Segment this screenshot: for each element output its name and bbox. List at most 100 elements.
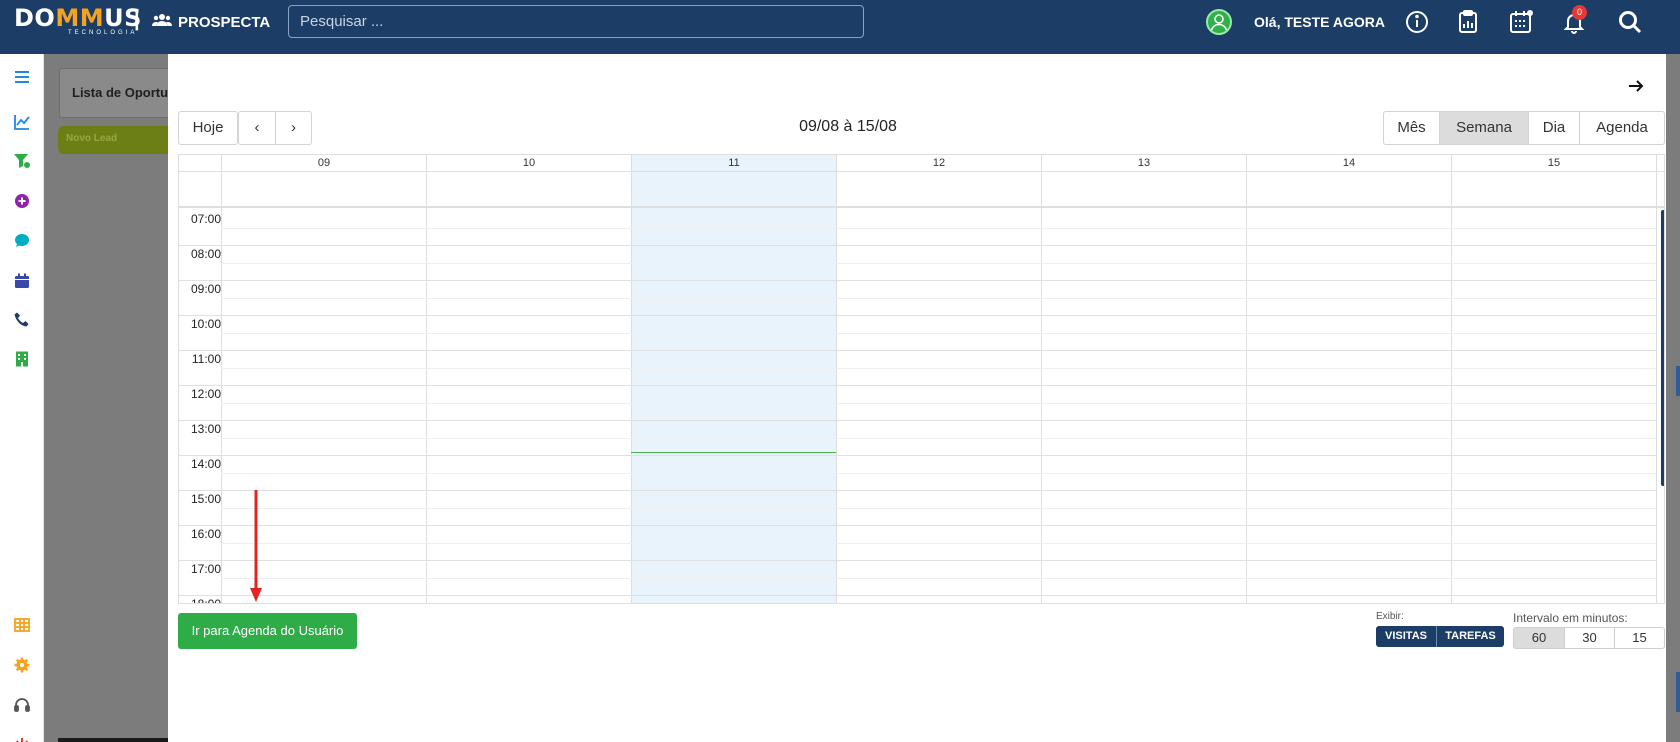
- hour-label: 16:00: [190, 527, 221, 541]
- gutter-slot-line: [179, 280, 221, 281]
- new-lead-label: Novo Lead: [66, 133, 118, 144]
- day-column-divider: [1246, 155, 1247, 603]
- app-root: Lista de Oportu Novo Lead DO MM US TECNOLO…: [0, 0, 1680, 742]
- menu-icon[interactable]: [13, 68, 31, 86]
- previous-week-button[interactable]: ‹: [238, 111, 276, 145]
- chart-line-icon[interactable]: [13, 113, 31, 131]
- search-input[interactable]: [288, 5, 864, 38]
- today-column-highlight: [631, 155, 836, 603]
- user-greeting[interactable]: Olá, TESTE AGORA: [1254, 14, 1385, 30]
- gutter-slot-line: [179, 350, 221, 351]
- hour-slot-line: [221, 595, 1656, 596]
- half-hour-slot-line: [221, 227, 1656, 229]
- red-arrow-annotation: [250, 490, 262, 602]
- funnel-icon[interactable]: [13, 152, 31, 170]
- gear-icon[interactable]: [13, 656, 31, 674]
- hour-slot-line: [221, 245, 1656, 246]
- headset-icon[interactable]: [13, 696, 31, 714]
- day-header[interactable]: 09: [221, 155, 426, 171]
- day-header[interactable]: 13: [1041, 155, 1246, 171]
- day-header[interactable]: 15: [1451, 155, 1656, 171]
- hour-slot-line: [221, 385, 1656, 386]
- hour-label: 10:00: [190, 317, 221, 331]
- arrow-right-icon[interactable]: [1626, 76, 1646, 96]
- half-hour-slot-line: [221, 297, 1656, 299]
- day-column-divider: [1041, 155, 1042, 603]
- module-label: PROSPECTA: [178, 13, 271, 31]
- hour-slot-line: [221, 420, 1656, 421]
- day-column-divider: [1451, 155, 1452, 603]
- calendar-icon[interactable]: [13, 272, 31, 290]
- gutter-slot-line: [179, 525, 221, 526]
- hour-label: 13:00: [190, 422, 221, 436]
- day-header[interactable]: 12: [836, 155, 1041, 171]
- view-agenda-button[interactable]: Agenda: [1579, 111, 1665, 145]
- day-header[interactable]: 11: [631, 155, 836, 171]
- logo-subtext: TECNOLOGIA: [68, 30, 138, 36]
- day-column-divider: [1656, 155, 1657, 603]
- interval-label: Intervalo em minutos:: [1513, 611, 1628, 625]
- interval-15-button[interactable]: 15: [1614, 627, 1665, 649]
- view-day-button[interactable]: Dia: [1528, 111, 1580, 145]
- interval-60-button[interactable]: 60: [1513, 627, 1565, 649]
- hour-label: 08:00: [190, 247, 221, 261]
- day-header[interactable]: 14: [1246, 155, 1451, 171]
- clipboard-report-icon[interactable]: [1455, 9, 1481, 35]
- interval-30-button[interactable]: 30: [1564, 627, 1615, 649]
- half-hour-slot-line: [221, 472, 1656, 474]
- power-icon[interactable]: [13, 736, 31, 742]
- hour-slot-line: [221, 315, 1656, 316]
- hour-label: 14:00: [190, 457, 221, 471]
- hour-slot-line: [221, 560, 1656, 561]
- view-week-button[interactable]: Semana: [1439, 111, 1529, 145]
- gutter-slot-line: [179, 560, 221, 561]
- hour-label: 18:00: [190, 597, 221, 604]
- notification-badge: 0: [1572, 5, 1587, 20]
- add-circle-icon[interactable]: [13, 192, 31, 210]
- background-edge-strip: [1676, 672, 1680, 712]
- next-week-button[interactable]: ›: [275, 111, 312, 145]
- calendar-icon[interactable]: [1508, 9, 1534, 35]
- gutter-slot-line: [179, 420, 221, 421]
- date-range-title: 09/08 à 15/08: [799, 118, 897, 135]
- half-hour-slot-line: [221, 262, 1656, 264]
- day-column-divider: [631, 155, 632, 603]
- chat-icon[interactable]: [13, 232, 31, 250]
- day-header[interactable]: 10: [426, 155, 631, 171]
- gutter-slot-line: [179, 315, 221, 316]
- phone-icon[interactable]: [13, 311, 31, 329]
- hour-label: 07:00: [190, 212, 221, 226]
- user-avatar-icon[interactable]: [1206, 9, 1232, 35]
- left-sidebar: [0, 54, 44, 742]
- users-icon: [152, 12, 172, 32]
- half-hour-slot-line: [221, 507, 1656, 509]
- all-day-row[interactable]: [179, 171, 1664, 208]
- dommus-logo[interactable]: DO MM US TECNOLOGIA: [14, 4, 142, 38]
- hour-label: 12:00: [190, 387, 221, 401]
- gutter-slot-line: [179, 490, 221, 491]
- logo-wordmark: DO MM US: [14, 4, 142, 32]
- gutter-slot-line: [179, 385, 221, 386]
- today-button[interactable]: Hoje: [178, 111, 238, 145]
- building-icon[interactable]: [13, 350, 31, 368]
- module-selector[interactable]: PROSPECTA: [152, 12, 270, 32]
- grid-table-icon[interactable]: [13, 616, 31, 634]
- logo-separator: |: [134, 9, 140, 31]
- hour-slot-line: [221, 280, 1656, 281]
- info-icon[interactable]: [1404, 9, 1430, 35]
- search-icon[interactable]: [1617, 9, 1643, 35]
- hour-slot-line: [221, 350, 1656, 351]
- half-hour-slot-line: [221, 542, 1656, 544]
- hour-slot-line: [221, 490, 1656, 491]
- hour-label: 17:00: [190, 562, 221, 576]
- go-to-user-agenda-button[interactable]: Ir para Agenda do Usuário: [178, 613, 357, 649]
- calendar-scrollbar[interactable]: [1661, 210, 1664, 486]
- half-hour-slot-line: [221, 437, 1656, 439]
- day-column-divider: [426, 155, 427, 603]
- current-time-indicator: [631, 452, 836, 453]
- view-month-button[interactable]: Mês: [1383, 111, 1440, 145]
- gutter-slot-line: [179, 245, 221, 246]
- half-hour-slot-line: [221, 332, 1656, 334]
- toggle-tasks-button[interactable]: TAREFAS: [1437, 626, 1504, 647]
- toggle-visits-button[interactable]: VISITAS: [1376, 626, 1437, 647]
